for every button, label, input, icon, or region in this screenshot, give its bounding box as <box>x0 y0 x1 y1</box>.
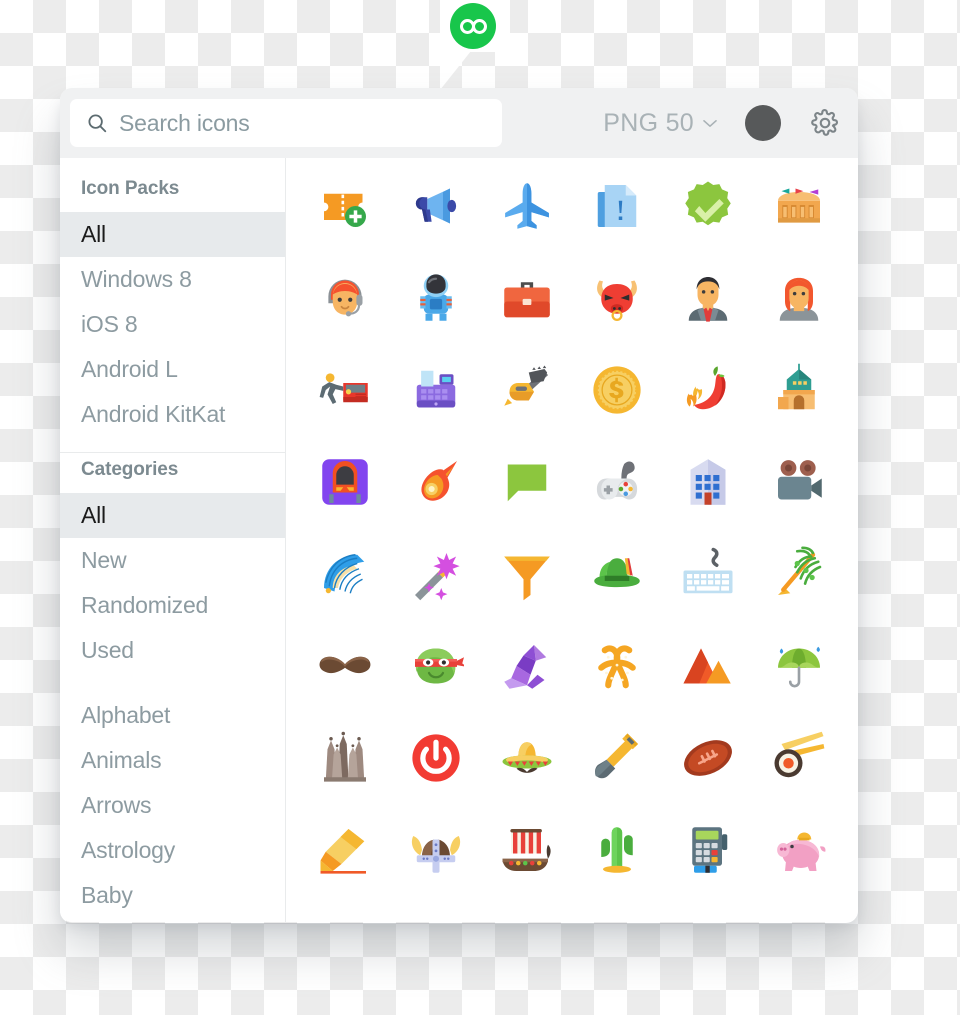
briefcase-icon[interactable] <box>481 270 572 326</box>
sidebar-item-category-alphabet[interactable]: Alphabet <box>60 693 285 738</box>
power-button-icon[interactable] <box>391 730 482 786</box>
cash-register-icon[interactable] <box>391 362 482 418</box>
woman-icon[interactable] <box>753 270 844 326</box>
sidebar-item-category-all[interactable]: All <box>60 493 285 538</box>
sidebar-item-category-animals[interactable]: Animals <box>60 738 285 783</box>
search-field[interactable] <box>70 99 502 147</box>
infinity-badge-icon <box>450 3 496 49</box>
chainsaw-icon[interactable] <box>481 362 572 418</box>
chili-pepper-icon[interactable] <box>663 362 754 418</box>
panel-body: Icon Packs All Windows 8 iOS 8 Android L… <box>60 158 858 922</box>
sagrada-familia-icon[interactable] <box>300 730 391 786</box>
hand-fan-icon[interactable] <box>300 546 391 602</box>
bull-icon[interactable] <box>572 270 663 326</box>
verified-badge-icon[interactable] <box>663 178 754 234</box>
colosseum-icon[interactable] <box>753 178 844 234</box>
icon-grid <box>286 178 858 878</box>
piggy-bank-icon[interactable] <box>753 822 844 878</box>
ninja-turtle-icon[interactable] <box>391 638 482 694</box>
palm-branch-icon[interactable] <box>753 546 844 602</box>
icon-grid-scroll[interactable] <box>286 158 858 922</box>
keyboard-icon[interactable] <box>663 546 754 602</box>
megaphone-icon[interactable] <box>391 178 482 234</box>
sombrero-icon[interactable] <box>481 730 572 786</box>
sidebar-item-pack-windows-8[interactable]: Windows 8 <box>60 257 285 302</box>
chat-bubble-icon[interactable] <box>481 454 572 510</box>
header-controls: PNG 50 <box>603 105 840 141</box>
document-alert-icon[interactable] <box>572 178 663 234</box>
chevron-down-icon <box>703 119 717 127</box>
format-select[interactable]: PNG 50 <box>603 109 717 138</box>
airplane-icon[interactable] <box>481 178 572 234</box>
color-swatch-icon[interactable] <box>745 105 781 141</box>
gamepad-icon[interactable] <box>572 454 663 510</box>
sidebar-item-category-arrows[interactable]: Arrows <box>60 783 285 828</box>
sidebar-item-pack-ios-8[interactable]: iOS 8 <box>60 302 285 347</box>
mustache-icon[interactable] <box>300 638 391 694</box>
sidebar-group-categories: Categories All New Randomized Used Alpha… <box>60 453 285 920</box>
origami-swan-icon[interactable] <box>481 638 572 694</box>
cactus-icon[interactable] <box>572 822 663 878</box>
badge-pointer <box>440 46 475 90</box>
funnel-icon[interactable] <box>481 546 572 602</box>
panel-header: PNG 50 <box>60 88 858 158</box>
pretzel-icon[interactable] <box>572 638 663 694</box>
magic-wand-icon[interactable] <box>391 546 482 602</box>
app-logo-badge <box>440 0 510 90</box>
train-icon[interactable] <box>300 454 391 510</box>
office-building-icon[interactable] <box>663 454 754 510</box>
businessman-icon[interactable] <box>663 270 754 326</box>
dollar-coin-icon[interactable] <box>572 362 663 418</box>
icon-picker-panel: PNG 50 Icon Packs All Windows 8 iOS 8 An… <box>60 88 858 922</box>
shovel-icon[interactable] <box>572 730 663 786</box>
sidebar: Icon Packs All Windows 8 iOS 8 Android L… <box>60 158 286 922</box>
add-ticket-icon[interactable] <box>300 178 391 234</box>
sidebar-item-category-used[interactable]: Used <box>60 628 285 673</box>
umbrella-rain-icon[interactable] <box>753 638 844 694</box>
search-input[interactable] <box>119 109 486 137</box>
astronaut-icon[interactable] <box>391 270 482 326</box>
search-icon <box>88 114 107 133</box>
comet-icon[interactable] <box>391 454 482 510</box>
sidebar-heading-categories: Categories <box>81 459 179 480</box>
sidebar-item-pack-android-l[interactable]: Android L <box>60 347 285 392</box>
gear-icon[interactable] <box>810 108 840 138</box>
sidebar-item-category-astrology[interactable]: Astrology <box>60 828 285 873</box>
badge-ring-right <box>471 18 487 34</box>
viking-ship-icon[interactable] <box>481 822 572 878</box>
card-terminal-icon[interactable] <box>663 822 754 878</box>
video-camera-icon[interactable] <box>753 454 844 510</box>
sidebar-item-pack-android-kitkat[interactable]: Android KitKat <box>60 392 285 437</box>
car-push-icon[interactable] <box>300 362 391 418</box>
football-icon[interactable] <box>663 730 754 786</box>
support-agent-icon[interactable] <box>300 270 391 326</box>
format-label: PNG 50 <box>603 108 694 137</box>
sushi-icon[interactable] <box>753 730 844 786</box>
sidebar-group-icon-packs: Icon Packs All Windows 8 iOS 8 Android L… <box>60 172 285 439</box>
tyrolean-hat-icon[interactable] <box>572 546 663 602</box>
sidebar-item-category-new[interactable]: New <box>60 538 285 583</box>
church-icon[interactable] <box>753 362 844 418</box>
sidebar-item-category-randomized[interactable]: Randomized <box>60 583 285 628</box>
mountain-icon[interactable] <box>663 638 754 694</box>
sidebar-item-category-baby[interactable]: Baby <box>60 873 285 918</box>
sidebar-item-pack-all[interactable]: All <box>60 212 285 257</box>
highlighter-icon[interactable] <box>300 822 391 878</box>
viking-helmet-icon[interactable] <box>391 822 482 878</box>
sidebar-heading-icon-packs: Icon Packs <box>81 178 180 199</box>
